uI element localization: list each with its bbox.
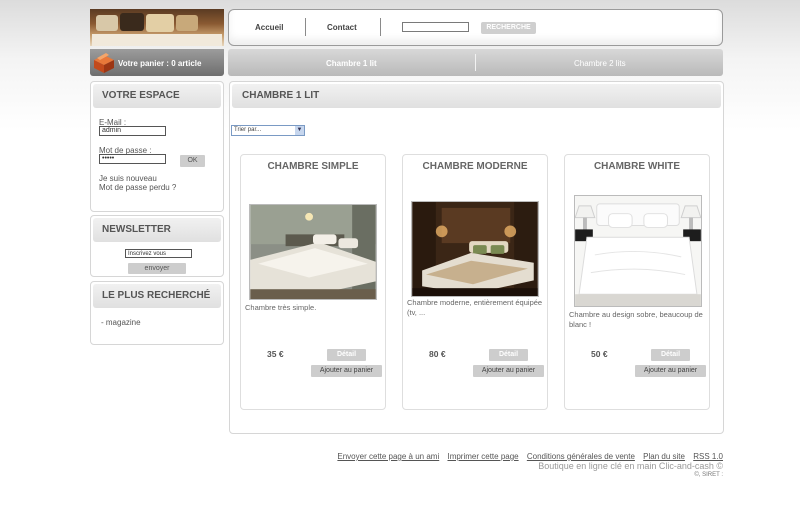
- top-navigation: Accueil Contact RECHERCHE: [228, 9, 723, 46]
- product-description: Chambre très simple.: [245, 303, 317, 312]
- account-box: VOTRE ESPACE E-Mail : admin Mot de passe…: [90, 81, 224, 212]
- detail-button[interactable]: Détail: [489, 349, 528, 361]
- product-image[interactable]: [249, 204, 377, 300]
- add-to-cart-button[interactable]: Ajouter au panier: [635, 365, 706, 377]
- cart-summary: Votre panier : 0 article: [118, 59, 202, 68]
- footer-link-send-to-friend[interactable]: Envoyer cette page à un ami: [337, 452, 439, 461]
- product-name[interactable]: CHAMBRE SIMPLE: [241, 161, 385, 172]
- email-field[interactable]: admin: [99, 126, 166, 136]
- add-to-cart-button[interactable]: Ajouter au panier: [311, 365, 382, 377]
- popular-item-magazine[interactable]: - magazine: [101, 318, 141, 327]
- search-input[interactable]: [402, 22, 469, 32]
- product-price: 35 €: [267, 349, 284, 359]
- sort-select[interactable]: Trier par... ▼: [231, 125, 305, 136]
- detail-button[interactable]: Détail: [651, 349, 690, 361]
- password-field[interactable]: •••••: [99, 154, 166, 164]
- footer-link-print[interactable]: Imprimer cette page: [447, 452, 518, 461]
- tab-separator: [475, 54, 476, 71]
- product-card: CHAMBRE MODERNE Chambre moderne, entière…: [402, 154, 548, 410]
- newsletter-box: NEWSLETTER Inscrivez vous envoyer: [90, 215, 224, 277]
- footer-siret: ©, SIRET :: [694, 472, 723, 478]
- chevron-down-icon: ▼: [295, 126, 304, 135]
- product-description: Chambre moderne, entièrement équipée (tv…: [407, 298, 543, 317]
- product-listing: CHAMBRE 1 LIT Trier par... ▼ CHAMBRE SIM…: [229, 81, 724, 434]
- product-image[interactable]: [574, 195, 702, 307]
- product-name[interactable]: CHAMBRE MODERNE: [403, 161, 547, 172]
- product-card: CHAMBRE SIMPLE Chambre très simple. 35 €…: [240, 154, 386, 410]
- footer-link-terms[interactable]: Conditions générales de vente: [527, 452, 635, 461]
- product-name[interactable]: CHAMBRE WHITE: [565, 161, 709, 172]
- search-button[interactable]: RECHERCHE: [481, 22, 536, 34]
- add-to-cart-button[interactable]: Ajouter au panier: [473, 365, 544, 377]
- popular-box: LE PLUS RECHERCHÉ - magazine: [90, 281, 224, 345]
- popular-title: LE PLUS RECHERCHÉ: [93, 284, 221, 308]
- page-title: CHAMBRE 1 LIT: [232, 84, 721, 108]
- product-price: 80 €: [429, 349, 446, 359]
- account-title: VOTRE ESPACE: [93, 84, 221, 108]
- product-description: Chambre au design sobre, beaucoup de bla…: [569, 310, 703, 329]
- newsletter-title: NEWSLETTER: [93, 218, 221, 242]
- footer-link-rss[interactable]: RSS 1.0: [693, 452, 723, 461]
- footer-link-sitemap[interactable]: Plan du site: [643, 452, 685, 461]
- site-logo[interactable]: [90, 9, 224, 46]
- tab-chambre-2-lits[interactable]: Chambre 2 lits: [574, 59, 626, 68]
- product-card: CHAMBRE WHITE Chambre au design sobre, b…: [564, 154, 710, 410]
- nav-contact-link[interactable]: Contact: [327, 23, 357, 32]
- category-bar: Chambre 1 lit Chambre 2 lits: [228, 49, 723, 76]
- shopping-box-icon: [94, 53, 114, 73]
- forgot-password-link[interactable]: Mot de passe perdu ?: [99, 183, 176, 192]
- detail-button[interactable]: Détail: [327, 349, 366, 361]
- nav-separator: [305, 18, 306, 36]
- cart-bar[interactable]: Votre panier : 0 article: [90, 49, 224, 76]
- login-ok-button[interactable]: OK: [180, 155, 205, 167]
- nav-separator: [380, 18, 381, 36]
- product-price: 50 €: [591, 349, 608, 359]
- tab-chambre-1-lit[interactable]: Chambre 1 lit: [326, 59, 377, 68]
- newsletter-send-button[interactable]: envoyer: [128, 263, 186, 274]
- nav-home-link[interactable]: Accueil: [255, 23, 283, 32]
- footer-links: Envoyer cette page à un ami Imprimer cet…: [331, 452, 723, 461]
- register-link[interactable]: Je suis nouveau: [99, 174, 157, 183]
- sort-select-value: Trier par...: [234, 127, 262, 133]
- product-image[interactable]: [411, 201, 539, 297]
- footer-brand: Boutique en ligne clé en main Clic-and-c…: [538, 461, 723, 471]
- newsletter-email-input[interactable]: Inscrivez vous: [125, 249, 192, 258]
